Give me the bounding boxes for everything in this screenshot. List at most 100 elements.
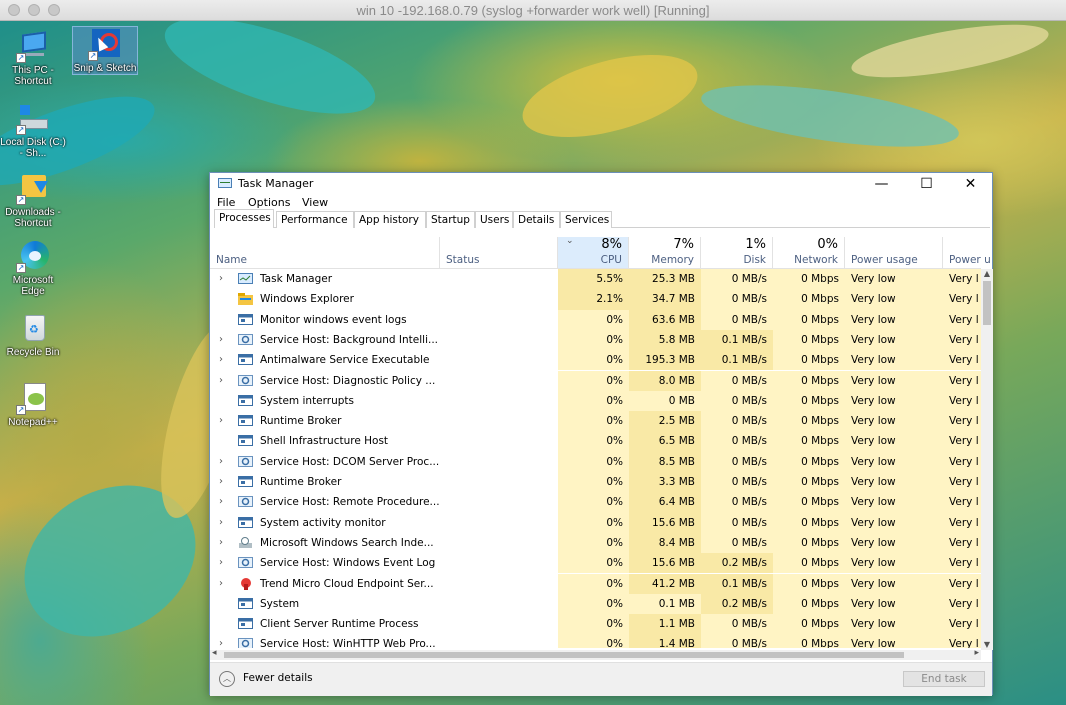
expand-chevron-icon[interactable]: › [219, 350, 223, 369]
tab-startup[interactable]: Startup [426, 211, 475, 228]
table-row[interactable]: › Service Host: Remote Procedure... 0% 6.4 … [210, 492, 981, 513]
process-list: › Task Manager 5.5% 25.3 MB 0 MB/s 0 Mbps Very… [210, 269, 981, 648]
cell-disk: 0 MB/s [701, 269, 773, 290]
cell-memory: 25.3 MB [629, 269, 701, 290]
process-name: Monitor windows event logs [260, 313, 407, 326]
hscroll-thumb[interactable] [224, 652, 904, 658]
table-row[interactable]: › Antimalware Service Executable 0% 195.3 M… [210, 350, 981, 371]
process-name: Task Manager [260, 273, 333, 285]
cell-memory: 1.1 MB [629, 614, 701, 635]
table-row[interactable]: › Service Host: DCOM Server Proc... 0% 8.5 … [210, 451, 981, 472]
tab-processes[interactable]: Processes [214, 209, 274, 228]
end-task-button[interactable]: End task [903, 671, 985, 687]
table-row[interactable]: › System activity monitor 0% 15.6 MB 0 MB/s 0… [210, 512, 981, 533]
cell-disk: 0.2 MB/s [701, 593, 773, 615]
desktop-icon-recycle-bin[interactable]: ♻ Recycle Bin [0, 311, 66, 358]
cell-power: Very low [845, 451, 943, 472]
scroll-thumb[interactable] [983, 281, 991, 325]
fewer-details-link[interactable]: Fewer details [243, 672, 313, 684]
desktop-icon-notepad-plus-plus[interactable]: ↗ Notepad++ [0, 381, 66, 428]
expand-chevron-icon[interactable]: › [219, 574, 223, 593]
table-row[interactable]: › Runtime Broker 0% 2.5 MB 0 MB/s 0 Mbps Very … [210, 411, 981, 432]
table-row[interactable]: Shell Infrastructure Host 0% 6.5 MB 0 MB/s 0… [210, 431, 981, 452]
horizontal-scrollbar[interactable]: ◂ ▸ [210, 648, 981, 660]
process-name: Service Host: Windows Event Log [260, 557, 436, 570]
gear-icon [238, 455, 254, 468]
tab-details[interactable]: Details [513, 211, 560, 228]
close-button[interactable]: ✕ [948, 173, 993, 195]
cell-power-trend: Very l [943, 614, 981, 635]
table-row[interactable]: Windows Explorer 2.1% 34.7 MB 0 MB/s 0 Mbps V… [210, 289, 981, 310]
table-row[interactable]: System 0% 0.1 MB 0.2 MB/s 0 Mbps Very low Very… [210, 593, 981, 615]
minimize-button[interactable]: — [859, 173, 904, 195]
desktop-icon-this-pc[interactable]: ↗ This PC - Shortcut [0, 29, 66, 87]
column-header-power-usage[interactable]: Power usage [845, 237, 943, 269]
column-header-disk[interactable]: 1% Disk [701, 237, 773, 269]
table-row[interactable]: › Task Manager 5.5% 25.3 MB 0 MB/s 0 Mbps Very… [210, 269, 981, 290]
expand-chevron-icon[interactable]: › [219, 411, 223, 430]
expand-chevron-icon[interactable]: › [219, 452, 223, 471]
vertical-scrollbar[interactable]: ▲ ▼ [981, 269, 993, 650]
menu-file[interactable]: File [217, 196, 235, 209]
scroll-left-arrow-icon[interactable]: ◂ [212, 648, 217, 658]
desktop-icon-snip-sketch[interactable]: ↗ Snip & Sketch [72, 26, 138, 75]
table-row[interactable]: › Service Host: Windows Event Log 0% 15.6 M… [210, 553, 981, 574]
window-icon [238, 313, 254, 326]
scroll-up-arrow-icon[interactable]: ▲ [981, 269, 993, 279]
chevron-up-icon[interactable]: ︿ [219, 671, 235, 687]
expand-chevron-icon[interactable]: › [219, 371, 223, 390]
task-manager-titlebar[interactable]: Task Manager — ☐ ✕ [210, 173, 992, 195]
tab-services[interactable]: Services [560, 211, 612, 228]
maximize-button[interactable]: ☐ [904, 173, 949, 195]
cell-power-trend: Very l [943, 451, 981, 472]
column-header-memory[interactable]: 7% Memory [629, 237, 701, 269]
expand-chevron-icon[interactable]: › [219, 553, 223, 572]
column-header-power-trend[interactable]: Power u [943, 237, 991, 269]
column-header-status[interactable]: Status [440, 237, 558, 269]
cell-power: Very low [845, 350, 943, 371]
expand-chevron-icon[interactable]: › [219, 330, 223, 349]
network-total: 0% [817, 237, 838, 252]
tab-users[interactable]: Users [475, 211, 513, 228]
column-header-name[interactable]: Name [210, 237, 440, 269]
tab-app-history[interactable]: App history [354, 211, 426, 228]
cell-cpu: 0% [558, 492, 629, 513]
table-row[interactable]: › Service Host: Background Intelli... 0% 5.… [210, 329, 981, 351]
window-icon [238, 415, 254, 427]
cell-cpu: 2.1% [558, 289, 629, 310]
scroll-down-arrow-icon[interactable]: ▼ [981, 640, 993, 650]
table-row[interactable]: › Service Host: WinHTTP Web Pro... 0% 1.4 M… [210, 634, 981, 648]
cell-cpu: 0% [558, 370, 629, 391]
table-row[interactable]: › Microsoft Windows Search Inde... 0% 8.4 M… [210, 532, 981, 554]
expand-chevron-icon[interactable]: › [219, 492, 223, 511]
menu-view[interactable]: View [302, 196, 328, 209]
cell-power: Very low [845, 532, 943, 554]
cell-memory: 0.1 MB [629, 593, 701, 615]
expand-chevron-icon[interactable]: › [219, 269, 223, 288]
menu-options[interactable]: Options [248, 196, 290, 209]
cell-power-trend: Very l [943, 269, 981, 290]
cell-power-trend: Very l [943, 289, 981, 310]
expand-chevron-icon[interactable]: › [219, 472, 223, 491]
desktop-icon-local-disk[interactable]: ↗ Local Disk (C:) - Sh... [0, 101, 66, 159]
cell-cpu: 0% [558, 593, 629, 615]
wallpaper-river [154, 21, 386, 134]
cell-power: Very low [845, 593, 943, 615]
desktop-icon-downloads[interactable]: ↗ Downloads - Shortcut [0, 171, 66, 229]
table-row[interactable]: Monitor windows event logs 0% 63.6 MB 0 MB/… [210, 309, 981, 330]
table-row[interactable]: › Runtime Broker 0% 3.3 MB 0 MB/s 0 Mbps Very … [210, 472, 981, 493]
table-row[interactable]: Client Server Runtime Process 0% 1.1 MB 0 M… [210, 614, 981, 635]
expand-chevron-icon[interactable]: › [219, 533, 223, 552]
scroll-right-arrow-icon[interactable]: ▸ [974, 648, 979, 658]
tab-performance[interactable]: Performance [276, 211, 354, 228]
cell-memory: 0 MB [629, 390, 701, 412]
table-row[interactable]: › Trend Micro Cloud Endpoint Ser... 0% 41.2… [210, 573, 981, 594]
expand-chevron-icon[interactable]: › [219, 634, 223, 648]
column-header-network[interactable]: 0% Network [773, 237, 845, 269]
local-disk-icon: ↗ [16, 101, 50, 135]
expand-chevron-icon[interactable]: › [219, 513, 223, 532]
table-row[interactable]: › Service Host: Diagnostic Policy ... 0% 8.… [210, 370, 981, 391]
table-row[interactable]: System interrupts 0% 0 MB 0 MB/s 0 Mbps Very … [210, 390, 981, 412]
desktop-icon-edge[interactable]: ↗ Microsoft Edge [0, 239, 66, 297]
column-header-cpu[interactable]: ⌄ 8% CPU [558, 236, 629, 269]
